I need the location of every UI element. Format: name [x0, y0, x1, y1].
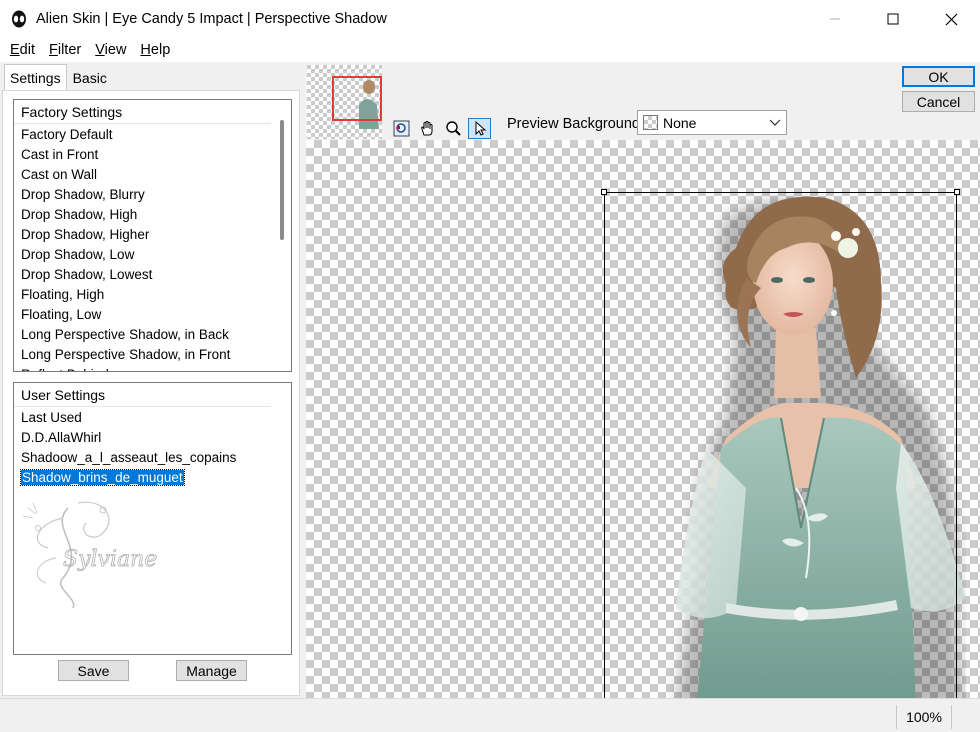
preview-toolbar-area: Preview Background: None OK Cancel	[306, 62, 980, 140]
sylviane-watermark-logo: Sylviane	[22, 501, 158, 609]
window-title: Alien Skin | Eye Candy 5 Impact | Perspe…	[36, 11, 387, 27]
transparency-swatch-icon	[643, 115, 658, 130]
minimize-button[interactable]	[806, 0, 864, 38]
ok-button[interactable]: OK	[902, 66, 975, 87]
tab-basic[interactable]: Basic	[67, 66, 113, 90]
menu-bar: Edit Filter View Help	[0, 38, 980, 62]
list-item[interactable]: Floating, High	[14, 284, 291, 304]
maximize-icon	[887, 13, 899, 25]
preview-tools	[390, 118, 491, 139]
user-settings-header: User Settings	[14, 383, 271, 407]
list-item[interactable]: Drop Shadow, Higher	[14, 224, 291, 244]
list-item[interactable]: Cast in Front	[14, 144, 291, 164]
preview-background-value: None	[663, 114, 697, 131]
minimize-icon	[830, 18, 840, 20]
list-item-selected[interactable]: Shadow_brins_de_muguet	[14, 467, 291, 487]
svg-text:Sylviane: Sylviane	[63, 547, 157, 572]
factory-settings-header: Factory Settings	[14, 100, 271, 124]
menu-edit[interactable]: Edit	[3, 42, 42, 58]
list-item[interactable]: Long Perspective Shadow, in Front	[14, 344, 291, 364]
list-item[interactable]: Drop Shadow, Lowest	[14, 264, 291, 284]
status-bar: 100%	[0, 698, 980, 732]
list-item[interactable]: Factory Default	[14, 124, 291, 144]
preview-background-select[interactable]: None	[637, 110, 787, 135]
maximize-button[interactable]	[864, 0, 922, 38]
arrow-tool-button[interactable]	[468, 118, 491, 139]
menu-view[interactable]: View	[88, 42, 133, 58]
list-item[interactable]: Cast on Wall	[14, 164, 291, 184]
hand-tool-button[interactable]	[416, 118, 439, 139]
arrow-pointer-icon	[475, 120, 487, 136]
hand-icon	[421, 121, 433, 136]
zoom-fit-icon	[393, 120, 410, 137]
title-bar: Alien Skin | Eye Candy 5 Impact | Perspe…	[0, 0, 980, 38]
list-item[interactable]: Shadoow_a_l_asseaut_les_copains	[14, 447, 291, 467]
preview-canvas[interactable]	[306, 140, 980, 698]
zoom-fit-button[interactable]	[390, 118, 413, 139]
list-item[interactable]: Last Used	[14, 407, 291, 427]
close-button[interactable]	[922, 0, 980, 38]
navigator-thumbnail[interactable]	[307, 65, 382, 139]
tab-settings[interactable]: Settings	[4, 64, 67, 90]
user-settings-list[interactable]: User Settings Last Used D.D.AllaWhirl Sh…	[13, 382, 292, 655]
menu-filter[interactable]: Filter	[42, 42, 88, 58]
list-item[interactable]: Reflect Behind	[14, 364, 291, 372]
list-item[interactable]: Floating, Low	[14, 304, 291, 324]
selection-frame[interactable]	[601, 189, 960, 698]
manage-button[interactable]: Manage	[176, 660, 247, 681]
list-item[interactable]: Drop Shadow, Low	[14, 244, 291, 264]
settings-panel: Settings Basic Factory Settings Factory …	[0, 62, 302, 698]
cancel-button[interactable]: Cancel	[902, 91, 975, 112]
close-icon	[945, 13, 957, 25]
list-item[interactable]: Drop Shadow, Blurry	[14, 184, 291, 204]
alien-skin-logo-icon	[12, 10, 26, 28]
resize-handle-top-left[interactable]	[601, 189, 607, 195]
list-item[interactable]: Drop Shadow, High	[14, 204, 291, 224]
save-button[interactable]: Save	[58, 660, 129, 681]
resize-handle-top-right[interactable]	[954, 189, 960, 195]
list-item[interactable]: D.D.AllaWhirl	[14, 427, 291, 447]
factory-settings-list[interactable]: Factory Settings Factory Default Cast in…	[13, 99, 292, 372]
magnifier-icon	[446, 121, 461, 136]
preview-background-label: Preview Background:	[507, 116, 645, 132]
zoom-level: 100%	[896, 705, 952, 729]
factory-list-scrollbar[interactable]	[280, 120, 284, 240]
menu-help[interactable]: Help	[133, 42, 177, 58]
chevron-down-icon	[764, 119, 786, 127]
zoom-tool-button[interactable]	[442, 118, 465, 139]
list-item[interactable]: Long Perspective Shadow, in Back	[14, 324, 291, 344]
tab-strip: Settings Basic	[4, 64, 113, 90]
